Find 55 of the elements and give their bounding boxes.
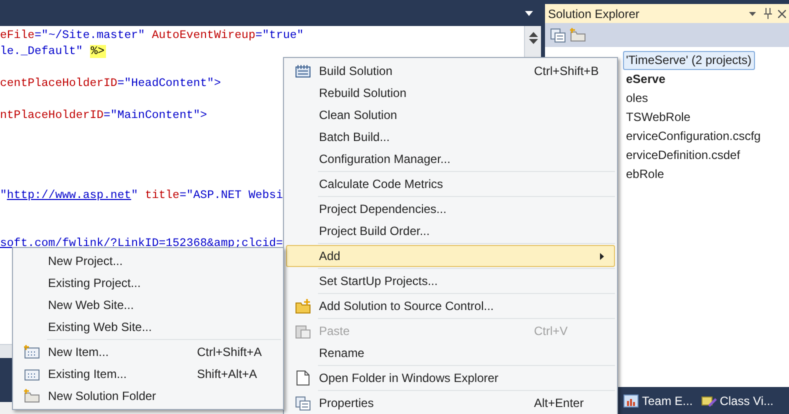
new-folder-icon	[570, 28, 586, 42]
code-line: "http://www.asp.net" title="ASP.NET Websi	[0, 189, 283, 202]
panel-tab[interactable]: Team E...	[623, 392, 693, 410]
menu-item[interactable]: New Project...	[15, 250, 281, 272]
code-line: le._Default" %>	[0, 45, 106, 58]
menu-item[interactable]: Existing Web Site...	[15, 316, 281, 338]
code-line: centPlaceHolderID="HeadContent">	[0, 77, 221, 90]
item-icon	[24, 367, 40, 381]
menu-item[interactable]: Add	[286, 245, 615, 267]
menu-item[interactable]: Project Dependencies...	[286, 198, 615, 220]
menu-item[interactable]: Project Build Order...	[286, 220, 615, 242]
menu-item[interactable]: Existing Project...	[15, 272, 281, 294]
panel-tab[interactable]: Class Vi...	[700, 392, 774, 410]
code-line: ntPlaceHolderID="MainContent">	[0, 109, 208, 122]
tree-item[interactable]: ebRole	[623, 165, 668, 184]
dropdown-arrow-icon[interactable]	[525, 10, 533, 16]
menu-item[interactable]: Build Solution Ctrl+Shift+B	[286, 60, 615, 82]
menu-item[interactable]: New Item... Ctrl+Shift+A	[15, 341, 281, 363]
menu-item[interactable]: Open Folder in Windows Explorer	[286, 367, 615, 389]
tree-item[interactable]: erviceDefinition.csdef	[623, 146, 744, 165]
build-grid-icon	[295, 64, 311, 78]
menu-item[interactable]: New Web Site...	[15, 294, 281, 316]
pin-icon[interactable]	[764, 8, 772, 19]
new-item-icon	[24, 345, 40, 359]
properties-icon	[295, 396, 311, 410]
pencil-icon	[700, 394, 717, 408]
menu-item[interactable]: Existing Item... Shift+Alt+A	[15, 363, 281, 385]
menu-item[interactable]: Rebuild Solution	[286, 82, 615, 104]
submenu-arrow-icon	[600, 252, 604, 260]
properties-icon	[550, 28, 566, 42]
tree-item[interactable]: TSWebRole	[623, 108, 694, 127]
menu-item[interactable]: Rename	[286, 342, 615, 364]
menu-item[interactable]: Clean Solution	[286, 104, 615, 126]
menu-item[interactable]: Calculate Code Metrics	[286, 173, 615, 195]
panel-title: Solution Explorer	[548, 6, 640, 22]
tree-item[interactable]: eServe	[623, 70, 668, 89]
clipboard-icon	[295, 324, 311, 338]
scroll-up-icon[interactable]	[528, 32, 538, 44]
tree-item[interactable]: erviceConfiguration.cscfg	[623, 127, 764, 146]
tree-item[interactable]: oles	[623, 89, 652, 108]
dropdown-arrow-icon[interactable]	[749, 12, 756, 16]
window-chart-icon	[623, 394, 639, 408]
menu-item[interactable]: New Solution Folder	[15, 385, 281, 407]
menu-item[interactable]: Add Solution to Source Control...	[286, 295, 615, 317]
new-folder-icon	[24, 389, 40, 403]
menu-item[interactable]: Set StartUp Projects...	[286, 270, 615, 292]
close-icon[interactable]	[778, 10, 786, 18]
document-icon	[296, 370, 310, 386]
folder-plus-icon	[295, 298, 311, 314]
menu-item[interactable]: Properties Alt+Enter	[286, 392, 615, 414]
tree-item[interactable]: 'TimeServe' (2 projects)	[623, 51, 755, 70]
code-line: soft.com/fwlink/?LinkID=152368&amp;clcid=	[0, 237, 283, 250]
menu-item[interactable]: Batch Build...	[286, 126, 615, 148]
menu-item[interactable]: Configuration Manager...	[286, 148, 615, 170]
code-line: eFile="~/Site.master" AutoEventWireup="true"	[0, 29, 304, 42]
